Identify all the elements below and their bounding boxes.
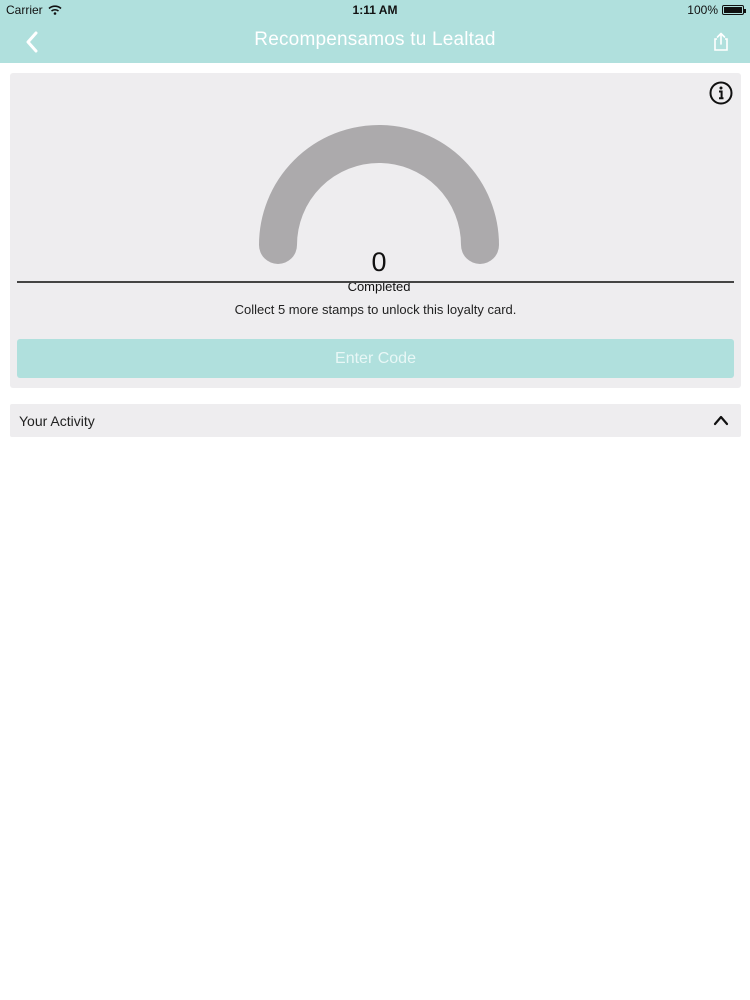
- completed-count: 0: [371, 247, 387, 277]
- battery-percent: 100%: [687, 3, 718, 17]
- activity-label: Your Activity: [19, 413, 95, 429]
- page-title: Recompensamos tu Lealtad: [254, 29, 496, 50]
- info-icon: [709, 81, 733, 105]
- chevron-left-icon: [26, 31, 38, 53]
- top-bar: Carrier 1:11 AM 100% Recompensamos tu Le…: [0, 0, 750, 63]
- divider: [17, 281, 734, 283]
- progress-gauge: 0 Completed: [254, 125, 504, 294]
- chevron-up-icon: [713, 415, 729, 426]
- battery-indicator: 100%: [687, 3, 746, 17]
- activity-section-header[interactable]: Your Activity: [10, 404, 741, 437]
- share-icon: [714, 32, 728, 51]
- back-button[interactable]: [18, 28, 46, 56]
- loyalty-card: 0 Completed Collect 5 more stamps to unl…: [10, 73, 741, 388]
- share-button[interactable]: [708, 29, 734, 55]
- status-bar: Carrier 1:11 AM 100%: [0, 0, 750, 22]
- enter-code-button[interactable]: Enter Code: [17, 339, 734, 378]
- stamps-message: Collect 5 more stamps to unlock this loy…: [234, 302, 517, 317]
- battery-icon: [722, 5, 746, 15]
- info-button[interactable]: [709, 81, 733, 105]
- nav-bar: Recompensamos tu Lealtad: [0, 22, 750, 62]
- status-time: 1:11 AM: [352, 3, 398, 17]
